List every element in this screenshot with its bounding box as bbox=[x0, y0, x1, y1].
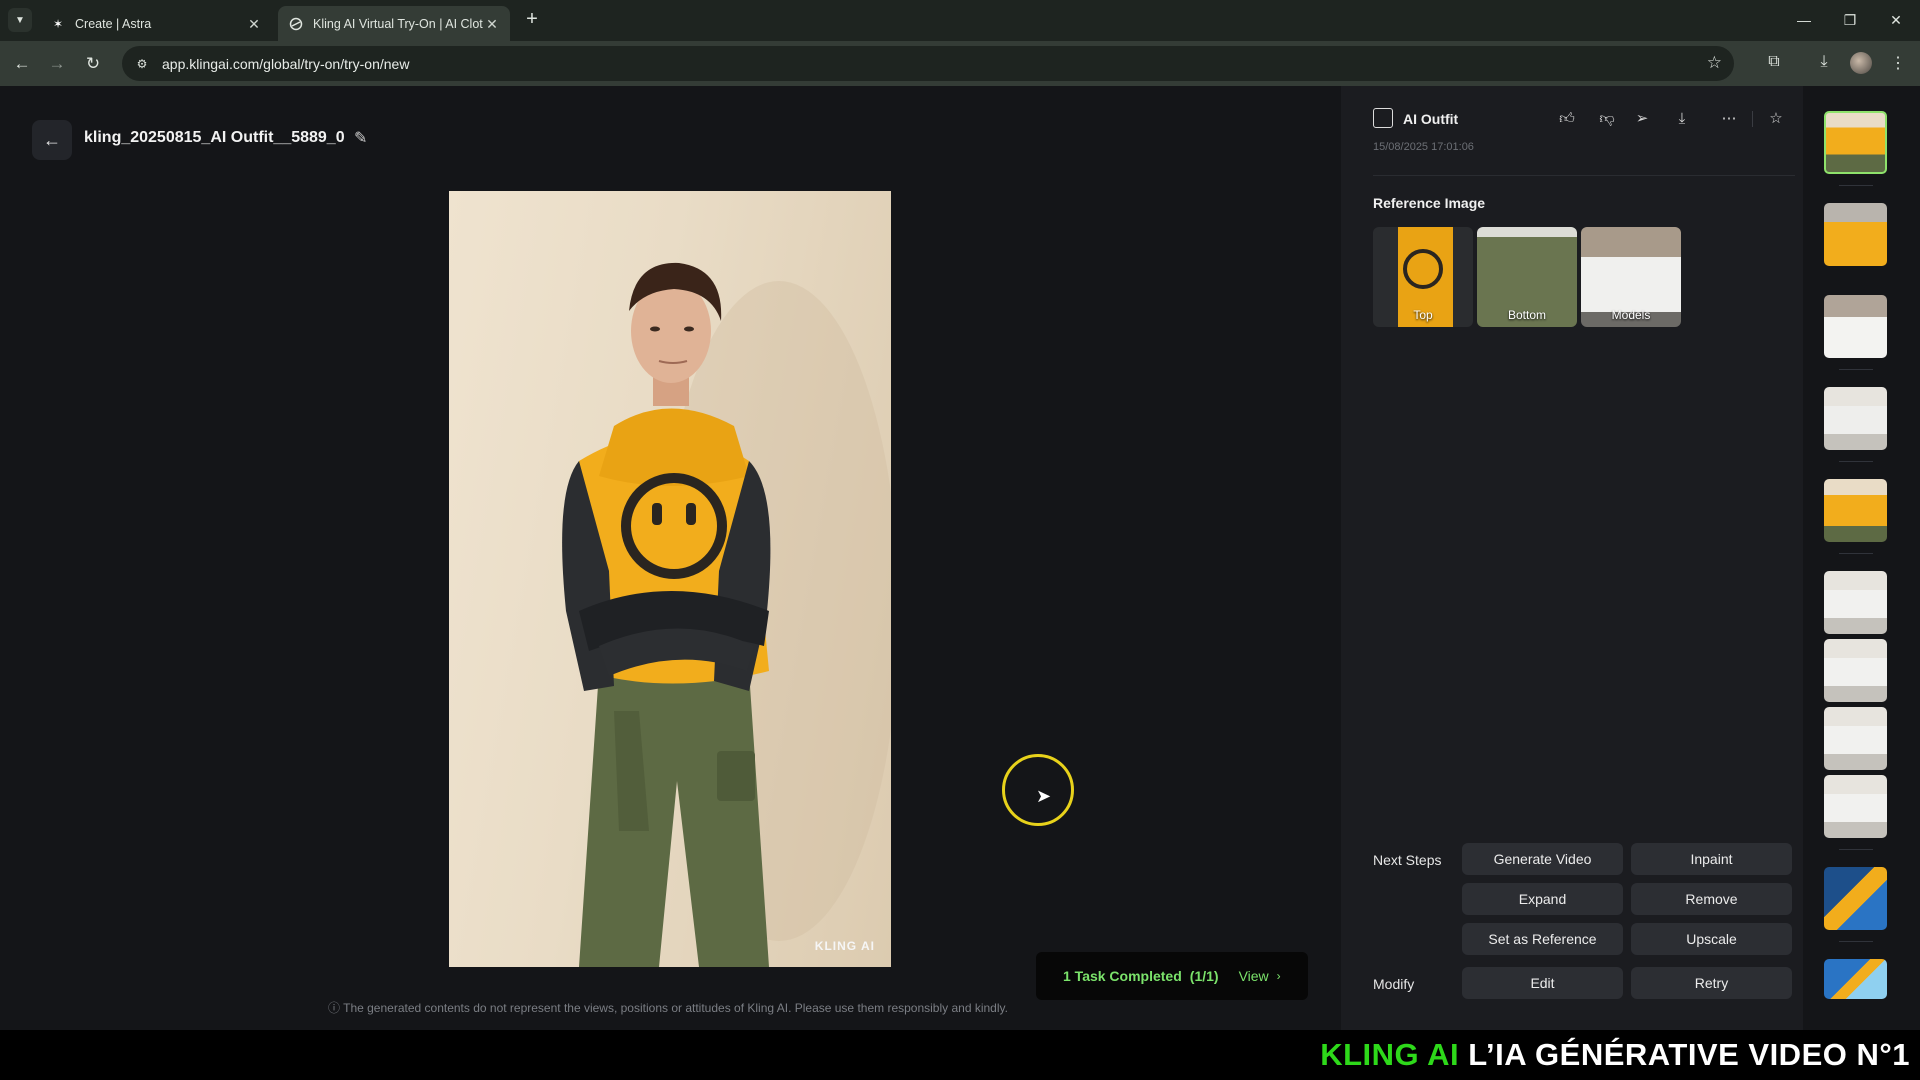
retry-button[interactable]: Retry bbox=[1631, 967, 1792, 999]
divider bbox=[1839, 553, 1873, 554]
tab-search-button[interactable]: ▼ bbox=[8, 8, 32, 32]
back-button[interactable]: ← bbox=[32, 120, 72, 160]
chevron-right-icon: › bbox=[1276, 969, 1281, 983]
history-thumb[interactable] bbox=[1824, 867, 1887, 930]
astra-favicon-icon: ✶ bbox=[52, 16, 64, 31]
main-preview-area: ← kling_20250815_AI Outfit__5889_0 ✎ KLI… bbox=[0, 86, 1341, 1030]
download-icon[interactable]: ⤓ bbox=[1671, 108, 1693, 130]
mouse-pointer-icon: ➤ bbox=[1036, 786, 1052, 806]
edit-button[interactable]: Edit bbox=[1462, 967, 1623, 999]
restore-button[interactable]: ❐ bbox=[1835, 8, 1865, 32]
tab-kling-try-on[interactable]: Kling AI Virtual Try-On | AI Clot ✕ bbox=[278, 6, 510, 41]
more-options-icon[interactable]: ⋯ bbox=[1718, 108, 1740, 130]
banner-brand: KLING AI bbox=[1320, 1037, 1460, 1072]
file-title: kling_20250815_AI Outfit__5889_0 bbox=[84, 129, 345, 146]
kling-watermark: KLING AI bbox=[814, 939, 875, 953]
url-text: app.klingai.com/global/try-on/try-on/new bbox=[162, 55, 410, 72]
history-thumbnails bbox=[1803, 86, 1920, 1030]
history-thumb[interactable] bbox=[1824, 707, 1887, 770]
reload-button[interactable]: ↻ bbox=[80, 51, 106, 77]
reference-bottom[interactable]: Bottom bbox=[1477, 227, 1577, 327]
reference-label: Models bbox=[1611, 308, 1651, 322]
reference-top[interactable]: Top bbox=[1373, 227, 1473, 327]
modify-label: Modify bbox=[1373, 976, 1415, 992]
history-thumb[interactable] bbox=[1824, 571, 1887, 634]
history-thumb[interactable] bbox=[1824, 203, 1887, 266]
kling-favicon-icon bbox=[288, 16, 304, 32]
divider bbox=[1839, 849, 1873, 850]
tab-title: Kling AI Virtual Try-On | AI Clot bbox=[313, 16, 483, 31]
upscale-button[interactable]: Upscale bbox=[1631, 923, 1792, 955]
forward-nav-button[interactable]: → bbox=[44, 51, 70, 77]
task-status-text: 1 Task Completed bbox=[1063, 968, 1182, 984]
divider bbox=[1839, 941, 1873, 942]
inpaint-button[interactable]: Inpaint bbox=[1631, 843, 1792, 875]
generated-result-image[interactable]: KLING AI bbox=[449, 191, 891, 967]
disclaimer: ⓘ The generated contents do not represen… bbox=[328, 999, 1028, 1016]
history-thumb[interactable] bbox=[1824, 111, 1887, 174]
new-tab-button[interactable]: + bbox=[520, 8, 544, 32]
minimize-button[interactable]: — bbox=[1789, 8, 1819, 32]
reference-label: Bottom bbox=[1507, 308, 1546, 322]
divider bbox=[1839, 369, 1873, 370]
created-date: 15/08/2025 17:01:06 bbox=[1373, 141, 1474, 153]
extensions-icon[interactable]: ⧉ bbox=[1762, 53, 1786, 75]
task-count-text: (1/1) bbox=[1189, 968, 1219, 984]
bookmark-star-icon[interactable]: ☆ bbox=[1707, 53, 1722, 73]
info-icon: ⓘ bbox=[328, 1001, 344, 1015]
details-panel: AI Outfit 15/08/2025 17:01:06 👍︎ 👎︎ ➢ ⤓ … bbox=[1341, 86, 1803, 1030]
history-thumb[interactable] bbox=[1824, 295, 1887, 358]
history-thumb[interactable] bbox=[1824, 959, 1887, 999]
image-icon bbox=[1373, 108, 1393, 128]
reference-image-title: Reference Image bbox=[1373, 195, 1486, 211]
menu-kebab-icon[interactable]: ⋮ bbox=[1886, 53, 1910, 75]
address-bar[interactable]: ⚙ app.klingai.com/global/try-on/try-on/n… bbox=[122, 46, 1734, 81]
favorite-star-icon[interactable]: ☆ bbox=[1765, 108, 1787, 130]
generate-video-button[interactable]: Generate Video bbox=[1462, 843, 1623, 875]
chevron-down-icon: ▼ bbox=[15, 14, 25, 26]
close-icon[interactable]: ✕ bbox=[484, 16, 500, 32]
panel-title: AI Outfit bbox=[1403, 111, 1459, 127]
close-icon[interactable]: ✕ bbox=[246, 16, 262, 32]
history-thumb[interactable] bbox=[1824, 479, 1887, 542]
thumbs-down-icon[interactable]: 👎︎ bbox=[1596, 108, 1618, 130]
send-icon[interactable]: ➢ bbox=[1631, 108, 1653, 130]
download-icon[interactable]: ⤓ bbox=[1812, 53, 1836, 75]
history-thumb[interactable] bbox=[1824, 387, 1887, 450]
task-completed-badge[interactable]: 1 Task Completed (1/1) View › bbox=[1036, 952, 1308, 1000]
next-steps-label: Next Steps bbox=[1373, 852, 1442, 868]
divider bbox=[1752, 111, 1753, 127]
history-thumb[interactable] bbox=[1824, 639, 1887, 702]
banner-text: KLING AI L’IA GÉNÉRATIVE VIDEO N°1 bbox=[1320, 1037, 1910, 1073]
kling-page: ← kling_20250815_AI Outfit__5889_0 ✎ KLI… bbox=[0, 86, 1920, 1030]
browser-toolbar: ← → ↻ ⚙ app.klingai.com/global/try-on/tr… bbox=[0, 41, 1920, 86]
remove-button[interactable]: Remove bbox=[1631, 883, 1792, 915]
promo-banner: KLING AI L’IA GÉNÉRATIVE VIDEO N°1 bbox=[0, 1030, 1920, 1080]
site-settings-icon[interactable]: ⚙ bbox=[132, 57, 152, 71]
task-view-link[interactable]: View bbox=[1239, 968, 1269, 984]
divider bbox=[1839, 461, 1873, 462]
close-window-button[interactable]: ✕ bbox=[1881, 8, 1911, 32]
expand-button[interactable]: Expand bbox=[1462, 883, 1623, 915]
profile-avatar[interactable] bbox=[1850, 52, 1872, 74]
model-illustration bbox=[562, 262, 891, 967]
pencil-icon[interactable]: ✎ bbox=[354, 128, 367, 148]
divider bbox=[1839, 185, 1873, 186]
reference-models[interactable]: Models bbox=[1581, 227, 1681, 327]
divider bbox=[1373, 175, 1795, 176]
tab-title: Create | Astra bbox=[75, 16, 152, 31]
tab-create-astra[interactable]: ✶ Create | Astra ✕ bbox=[40, 6, 272, 41]
disclaimer-text: The generated contents do not represent … bbox=[343, 1001, 1008, 1015]
back-nav-button[interactable]: ← bbox=[9, 51, 35, 77]
set-as-reference-button[interactable]: Set as Reference bbox=[1462, 923, 1623, 955]
banner-tagline: L’IA GÉNÉRATIVE VIDEO N°1 bbox=[1468, 1037, 1910, 1072]
browser-tab-bar: ▼ ✶ Create | Astra ✕ Kling AI Virtual Tr… bbox=[0, 0, 1920, 41]
arrow-left-icon: ← bbox=[43, 129, 61, 150]
thumbs-up-icon[interactable]: 👍︎ bbox=[1556, 108, 1578, 130]
history-thumb[interactable] bbox=[1824, 775, 1887, 838]
reference-label: Top bbox=[1413, 308, 1433, 322]
